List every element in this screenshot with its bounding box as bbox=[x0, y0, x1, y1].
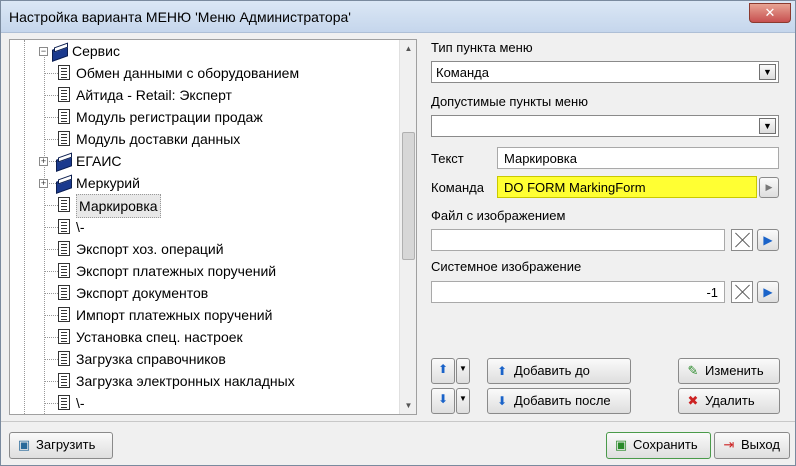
menu-type-label: Тип пункта меню bbox=[431, 40, 533, 55]
document-icon bbox=[58, 87, 70, 102]
close-button[interactable]: ✕ bbox=[749, 3, 791, 23]
document-icon bbox=[58, 263, 70, 278]
chevron-down-icon[interactable]: ▼ bbox=[759, 64, 776, 80]
chevron-down-icon[interactable]: ▼ bbox=[759, 118, 776, 134]
tree-item-label: Загрузка электронных накладных bbox=[76, 373, 295, 389]
play-icon: ▶ bbox=[763, 285, 773, 299]
system-image-field[interactable]: -1 bbox=[431, 281, 725, 303]
document-icon bbox=[58, 65, 70, 80]
expand-icon[interactable]: + bbox=[39, 157, 48, 166]
tree-item-label: Сервис bbox=[72, 43, 120, 59]
document-icon bbox=[58, 219, 70, 234]
tree-item-label: Айтида - Retail: Эксперт bbox=[76, 87, 232, 103]
play-icon: ▶ bbox=[763, 233, 773, 247]
document-icon bbox=[58, 197, 70, 212]
tree-item-label: Модуль регистрации продаж bbox=[76, 109, 263, 125]
document-icon bbox=[58, 329, 70, 344]
tree-item-label: Экспорт документов bbox=[76, 285, 209, 301]
tree-item-label: Импорт платежных поручений bbox=[76, 307, 273, 323]
delete-label: Удалить bbox=[705, 393, 755, 408]
tree-item-label: Маркировка bbox=[76, 194, 161, 218]
document-icon bbox=[58, 395, 70, 410]
system-image-label: Системное изображение bbox=[431, 259, 582, 274]
tree-item-label: Экспорт платежных поручений bbox=[76, 263, 277, 279]
move-down-button[interactable]: ⬇ bbox=[431, 388, 455, 414]
edit-label: Изменить bbox=[705, 363, 764, 378]
scroll-thumb[interactable] bbox=[402, 132, 415, 260]
edit-icon: ✎ bbox=[687, 363, 699, 378]
command-browse-button[interactable]: ▶ bbox=[759, 177, 779, 198]
add-after-button[interactable]: ⬇ Добавить после bbox=[487, 388, 631, 414]
allowed-items-label: Допустимые пункты меню bbox=[431, 94, 588, 109]
menu-type-value: Команда bbox=[436, 65, 489, 80]
document-icon bbox=[58, 285, 70, 300]
book-icon bbox=[56, 155, 72, 168]
tree-item-label: ЕГАИС bbox=[76, 153, 122, 169]
image-file-field[interactable] bbox=[431, 229, 725, 251]
book-icon bbox=[56, 177, 72, 190]
delete-button[interactable]: ✖ Удалить bbox=[678, 388, 780, 414]
document-icon bbox=[58, 373, 70, 388]
dialog-window: Настройка варианта МЕНЮ 'Меню Администра… bbox=[0, 0, 796, 466]
tree-item-label: \- bbox=[76, 395, 85, 411]
tree-item-label: Модуль доставки данных bbox=[76, 131, 241, 147]
image-file-browse-button[interactable]: ▶ bbox=[757, 229, 779, 251]
menu-type-select[interactable]: Команда ▼ bbox=[431, 61, 779, 83]
scroll-down-icon[interactable]: ▼ bbox=[400, 397, 416, 414]
command-field[interactable]: DO FORM MarkingForm bbox=[497, 176, 757, 198]
clear-icon[interactable] bbox=[731, 281, 753, 303]
tree-item-label: Экспорт хоз. операций bbox=[76, 241, 224, 257]
collapse-icon[interactable]: − bbox=[39, 47, 48, 56]
exit-icon: ⇥ bbox=[723, 437, 735, 452]
scroll-up-icon[interactable]: ▲ bbox=[400, 40, 416, 57]
command-label: Команда bbox=[431, 180, 484, 195]
title-bar: Настройка варианта МЕНЮ 'Меню Администра… bbox=[1, 1, 795, 33]
text-label: Текст bbox=[431, 151, 464, 166]
document-icon bbox=[58, 241, 70, 256]
edit-button[interactable]: ✎ Изменить bbox=[678, 358, 780, 384]
text-field[interactable]: Маркировка bbox=[497, 147, 779, 169]
save-button[interactable]: ▣ Сохранить bbox=[606, 432, 711, 459]
allowed-items-select[interactable]: ▼ bbox=[431, 115, 779, 137]
arrow-down-icon: ⬇ bbox=[496, 394, 508, 408]
tree-item-label: Установка спец. настроек bbox=[76, 329, 243, 345]
document-icon bbox=[58, 307, 70, 322]
tree-line bbox=[44, 50, 45, 414]
tree-item-label: Меркурий bbox=[76, 175, 140, 191]
arrow-down-icon: ⬇ bbox=[437, 392, 449, 406]
tree-line bbox=[24, 40, 25, 414]
tree-item-label: Обмен данными с оборудованием bbox=[76, 65, 300, 81]
window-title: Настройка варианта МЕНЮ 'Меню Администра… bbox=[9, 9, 351, 25]
move-up-button[interactable]: ⬆ bbox=[431, 358, 455, 384]
add-before-button[interactable]: ⬆ Добавить до bbox=[487, 358, 631, 384]
load-label: Загрузить bbox=[36, 437, 96, 452]
tree-item-label: \- bbox=[76, 219, 85, 235]
expand-icon[interactable]: + bbox=[39, 179, 48, 188]
move-up-dropdown[interactable]: ▼ bbox=[456, 358, 470, 384]
save-icon: ▣ bbox=[614, 437, 628, 452]
delete-icon: ✖ bbox=[687, 393, 699, 408]
exit-label: Выход bbox=[741, 437, 780, 452]
tree-item-label: Загрузка справочников bbox=[76, 351, 226, 367]
document-icon bbox=[58, 351, 70, 366]
document-icon bbox=[58, 109, 70, 124]
arrow-up-icon: ⬆ bbox=[437, 362, 449, 376]
load-button[interactable]: ▣ Загрузить bbox=[9, 432, 113, 459]
arrow-up-icon: ⬆ bbox=[496, 364, 508, 378]
add-before-label: Добавить до bbox=[514, 363, 590, 378]
add-after-label: Добавить после bbox=[514, 393, 611, 408]
exit-button[interactable]: ⇥ Выход bbox=[714, 432, 790, 459]
book-icon bbox=[52, 45, 68, 58]
load-icon: ▣ bbox=[17, 437, 31, 452]
move-down-dropdown[interactable]: ▼ bbox=[456, 388, 470, 414]
tree-scrollbar[interactable]: ▲ ▼ bbox=[399, 40, 416, 414]
clear-icon[interactable] bbox=[731, 229, 753, 251]
system-image-browse-button[interactable]: ▶ bbox=[757, 281, 779, 303]
document-icon bbox=[58, 131, 70, 146]
image-file-label: Файл с изображением bbox=[431, 208, 566, 223]
save-label: Сохранить bbox=[633, 437, 698, 452]
menu-tree[interactable]: − Сервис Обмен данными с оборудованием Ай… bbox=[9, 39, 417, 415]
